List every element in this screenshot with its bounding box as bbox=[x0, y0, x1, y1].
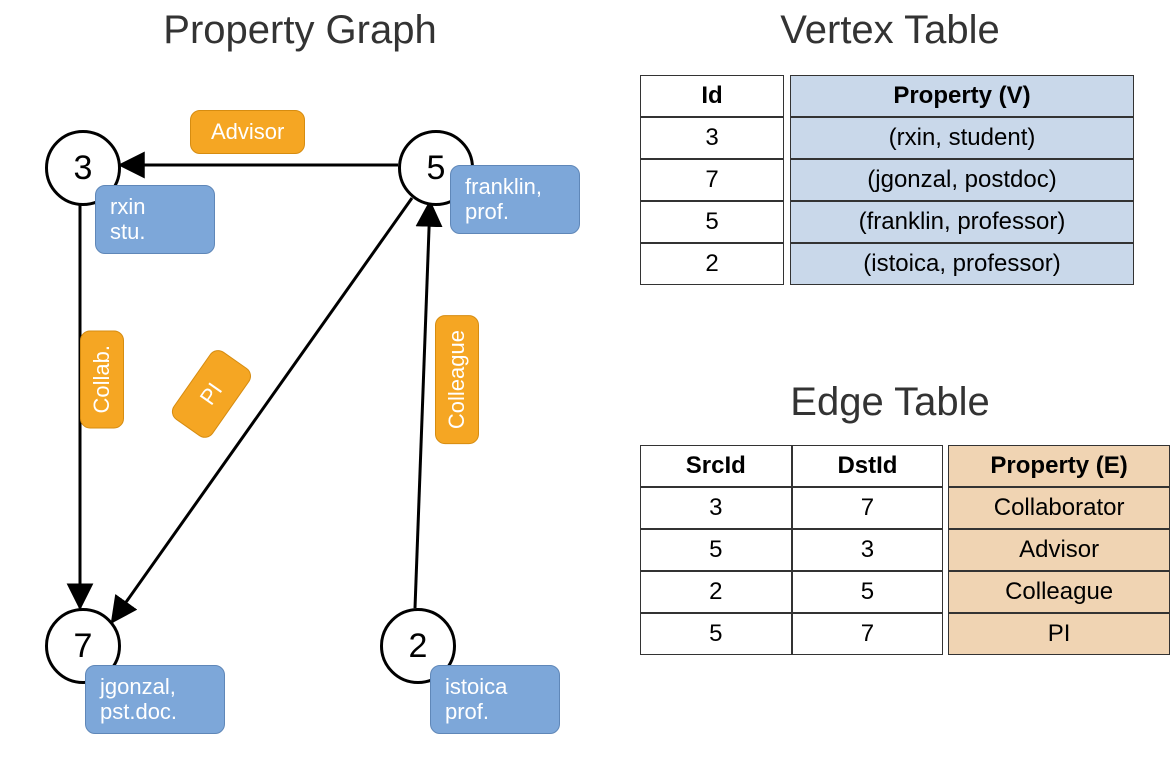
cell-id: 2 bbox=[640, 243, 784, 285]
edge-th-src: SrcId bbox=[640, 445, 792, 487]
cell-prop: (istoica, professor) bbox=[790, 243, 1134, 285]
cell-src: 2 bbox=[640, 571, 792, 613]
cell-dst: 7 bbox=[792, 613, 944, 655]
cell-id: 7 bbox=[640, 159, 784, 201]
cell-prop: PI bbox=[948, 613, 1170, 655]
table-row: 3(rxin, student) bbox=[640, 117, 1134, 159]
node-7-label-line2: pst.doc. bbox=[100, 699, 177, 724]
cell-prop: (franklin, professor) bbox=[790, 201, 1134, 243]
node-7-label-line1: jgonzal, bbox=[100, 674, 176, 699]
table-row: 7(jgonzal, postdoc) bbox=[640, 159, 1134, 201]
table-row: 57PI bbox=[640, 613, 1170, 655]
vertex-table: Id Property (V) 3(rxin, student) 7(jgonz… bbox=[640, 75, 1134, 285]
edge-label-advisor: Advisor bbox=[190, 110, 305, 154]
node-2-label: istoica prof. bbox=[430, 665, 560, 734]
cell-prop: Colleague bbox=[948, 571, 1170, 613]
edge-label-collab: Collab. bbox=[80, 330, 124, 428]
vertex-table-title: Vertex Table bbox=[650, 8, 1130, 53]
edge-table: SrcId DstId Property (E) 37Collaborator … bbox=[640, 445, 1170, 655]
cell-prop: (jgonzal, postdoc) bbox=[790, 159, 1134, 201]
property-graph: 3 5 7 2 rxin stu. franklin, prof. jgonza… bbox=[20, 70, 580, 750]
cell-prop: (rxin, student) bbox=[790, 117, 1134, 159]
edge-table-header: SrcId DstId Property (E) bbox=[640, 445, 1170, 487]
vertex-table-header: Id Property (V) bbox=[640, 75, 1134, 117]
graph-title: Property Graph bbox=[90, 8, 510, 53]
vertex-th-id: Id bbox=[640, 75, 784, 117]
cell-id: 5 bbox=[640, 201, 784, 243]
node-5-label: franklin, prof. bbox=[450, 165, 580, 234]
cell-prop: Collaborator bbox=[948, 487, 1170, 529]
table-row: 2(istoica, professor) bbox=[640, 243, 1134, 285]
cell-id: 3 bbox=[640, 117, 784, 159]
node-3-label-line1: rxin bbox=[110, 194, 145, 219]
table-row: 25Colleague bbox=[640, 571, 1170, 613]
cell-src: 5 bbox=[640, 613, 792, 655]
edge-table-title: Edge Table bbox=[650, 380, 1130, 425]
cell-dst: 5 bbox=[792, 571, 944, 613]
cell-dst: 3 bbox=[792, 529, 944, 571]
table-row: 5(franklin, professor) bbox=[640, 201, 1134, 243]
node-3-label-line2: stu. bbox=[110, 219, 145, 244]
node-2-label-line1: istoica bbox=[445, 674, 507, 699]
node-5-label-line1: franklin, bbox=[465, 174, 542, 199]
table-row: 53Advisor bbox=[640, 529, 1170, 571]
cell-dst: 7 bbox=[792, 487, 944, 529]
node-7-label: jgonzal, pst.doc. bbox=[85, 665, 225, 734]
vertex-th-prop: Property (V) bbox=[790, 75, 1134, 117]
cell-src: 5 bbox=[640, 529, 792, 571]
table-row: 37Collaborator bbox=[640, 487, 1170, 529]
cell-src: 3 bbox=[640, 487, 792, 529]
edge-th-dst: DstId bbox=[792, 445, 944, 487]
node-3-label: rxin stu. bbox=[95, 185, 215, 254]
edge-label-colleague: Colleague bbox=[435, 315, 479, 444]
edge-th-prop: Property (E) bbox=[948, 445, 1170, 487]
cell-prop: Advisor bbox=[948, 529, 1170, 571]
node-5-label-line2: prof. bbox=[465, 199, 509, 224]
node-2-label-line2: prof. bbox=[445, 699, 489, 724]
